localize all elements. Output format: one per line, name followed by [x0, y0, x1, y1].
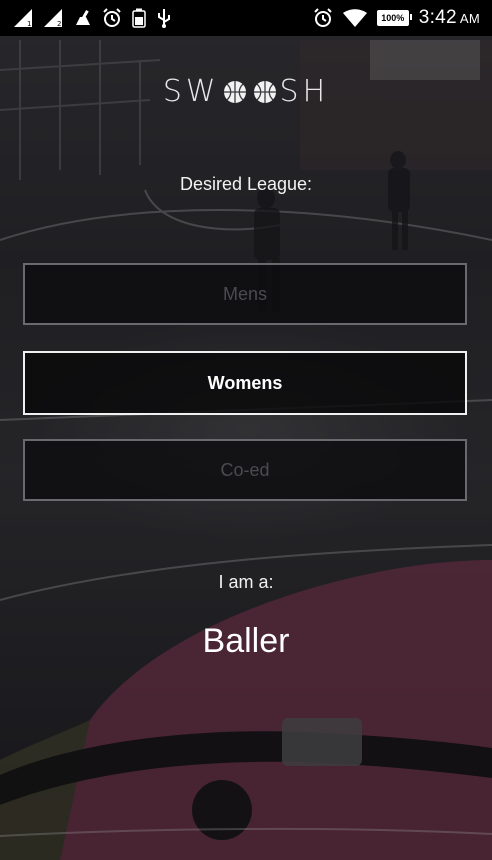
- background-dim-overlay: [0, 0, 492, 860]
- status-bar: 1 2 100% 3:42 AM: [0, 0, 492, 36]
- league-option-label: Co-ed: [220, 459, 270, 480]
- logo-text-right: SH: [279, 74, 330, 109]
- svg-text:2: 2: [57, 20, 61, 27]
- league-option-label: Mens: [222, 283, 267, 304]
- role-selector[interactable]: Baller: [0, 622, 492, 661]
- league-option-label: Womens: [207, 372, 283, 393]
- cleaner-icon: [74, 9, 92, 27]
- clock: 3:42 AM: [418, 7, 480, 28]
- league-label: Desired League:: [179, 174, 313, 194]
- signal-2-icon: 2: [44, 9, 64, 27]
- battery-icon: 100%: [376, 10, 412, 26]
- league-option-coed[interactable]: Co-ed: [23, 439, 467, 501]
- logo-text-left: SW: [162, 74, 220, 109]
- alarm-icon: [313, 8, 333, 28]
- svg-text:1: 1: [27, 20, 31, 27]
- usb-icon: [156, 8, 172, 28]
- app-logo: SW SH: [0, 74, 492, 109]
- league-option-mens[interactable]: Mens: [23, 263, 467, 325]
- role-label: I am a:: [218, 572, 274, 592]
- signal-1-icon: 1: [14, 9, 34, 27]
- alarm-icon: [102, 8, 122, 28]
- league-option-womens[interactable]: Womens: [23, 351, 467, 415]
- wifi-icon: [342, 9, 367, 27]
- battery-saver-icon: [132, 8, 146, 28]
- basketball-icon: [222, 79, 248, 105]
- basketball-icon: [252, 79, 278, 105]
